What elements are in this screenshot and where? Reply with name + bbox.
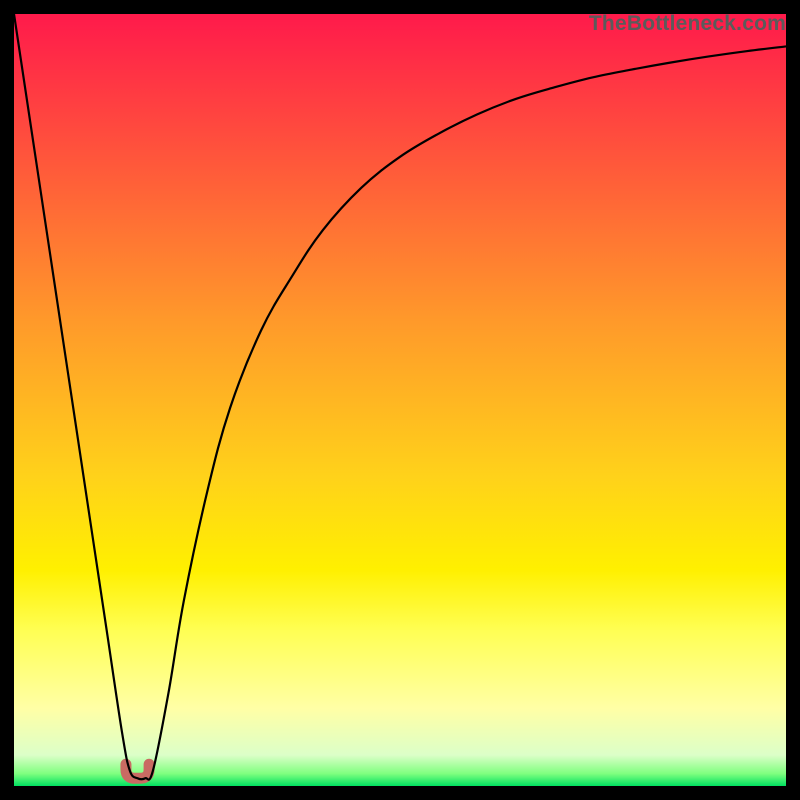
chart-background (14, 14, 786, 786)
watermark-text: TheBottleneck.com (589, 12, 786, 36)
chart-svg (14, 14, 786, 786)
chart-frame: TheBottleneck.com (14, 14, 786, 786)
